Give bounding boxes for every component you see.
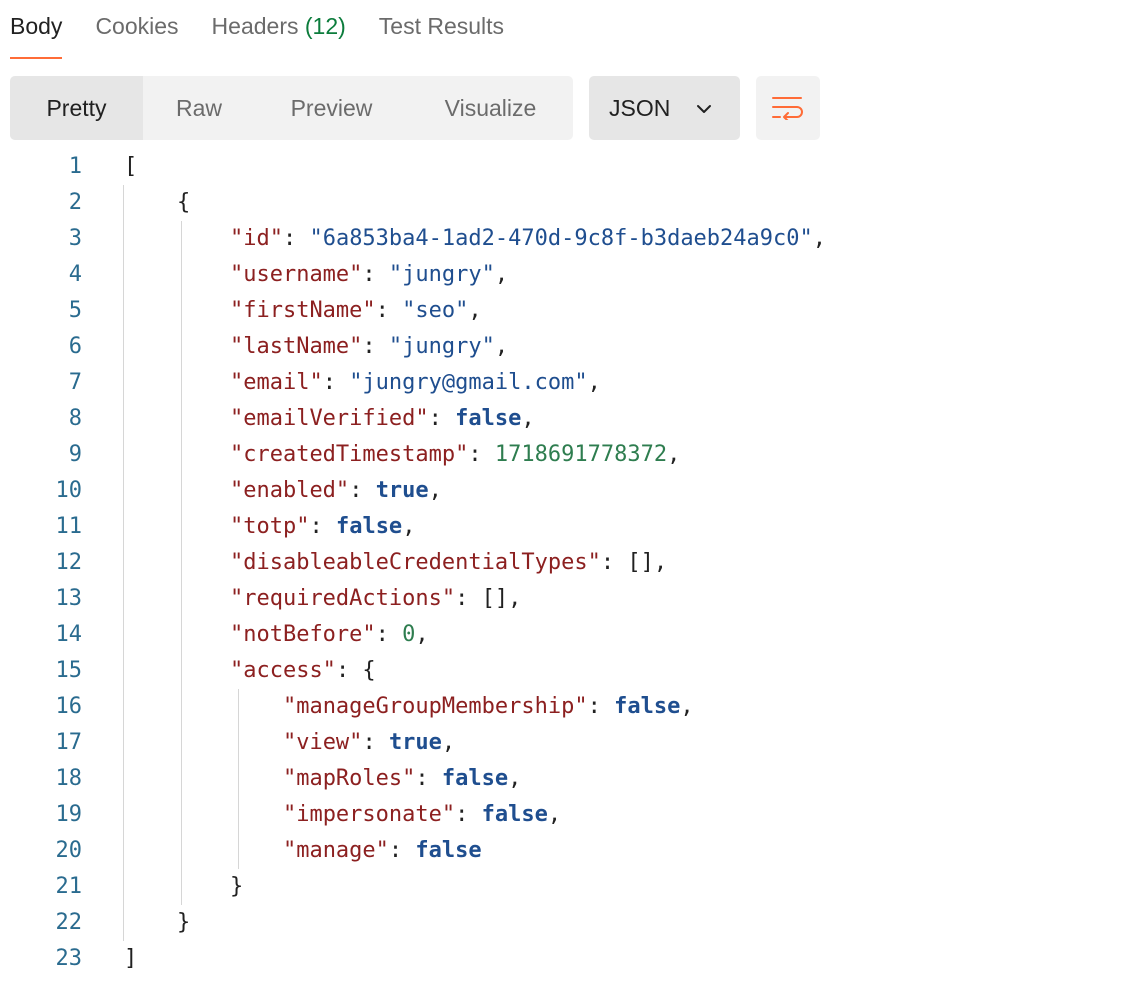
view-mode-visualize[interactable]: Visualize bbox=[408, 76, 573, 140]
line-number: 22 bbox=[55, 910, 83, 935]
response-body-code[interactable]: 1[2 {3 "id": "6a853ba4-1ad2-470d-9c8f-b3… bbox=[0, 149, 1142, 977]
tab-cookies-label: Cookies bbox=[95, 13, 179, 39]
code-text: "id": "6a853ba4-1ad2-470d-9c8f-b3daeb24a… bbox=[229, 226, 827, 251]
format-select[interactable]: JSON bbox=[589, 76, 740, 140]
code-text: "notBefore": 0, bbox=[229, 622, 429, 647]
line-number: 3 bbox=[68, 226, 82, 251]
code-text: "enabled": true, bbox=[229, 478, 442, 503]
code-line: 5 "firstName": "seo", bbox=[0, 293, 1142, 329]
line-number: 6 bbox=[68, 334, 82, 359]
code-text: } bbox=[124, 874, 244, 899]
line-number: 21 bbox=[55, 874, 83, 899]
code-text: "access": { bbox=[229, 658, 376, 683]
line-number: 5 bbox=[68, 298, 82, 323]
code-text: "firstName": "seo", bbox=[229, 298, 482, 323]
line-number: 14 bbox=[55, 622, 83, 647]
line-number: 20 bbox=[55, 838, 83, 863]
line-number: 11 bbox=[55, 514, 83, 539]
view-mode-switcher: Pretty Raw Preview Visualize bbox=[10, 76, 573, 140]
tab-body-label: Body bbox=[10, 13, 63, 39]
code-line: 22 } bbox=[0, 905, 1142, 941]
code-line: 8 "emailVerified": false, bbox=[0, 401, 1142, 437]
code-line: 16 "manageGroupMembership": false, bbox=[0, 689, 1142, 725]
code-line: 6 "lastName": "jungry", bbox=[0, 329, 1142, 365]
code-line: 10 "enabled": true, bbox=[0, 473, 1142, 509]
code-text: "requiredActions": [], bbox=[229, 586, 522, 611]
code-text: { bbox=[124, 190, 191, 215]
code-line: 1[ bbox=[0, 149, 1142, 185]
code-line: 2 { bbox=[0, 185, 1142, 221]
code-text: "username": "jungry", bbox=[229, 262, 509, 287]
code-line: 3 "id": "6a853ba4-1ad2-470d-9c8f-b3daeb2… bbox=[0, 221, 1142, 257]
code-line: 18 "mapRoles": false, bbox=[0, 761, 1142, 797]
code-text: "email": "jungry@gmail.com", bbox=[229, 370, 601, 395]
code-text: "manageGroupMembership": false, bbox=[282, 694, 694, 719]
line-number: 23 bbox=[55, 946, 83, 971]
tab-cookies[interactable]: Cookies bbox=[95, 0, 178, 40]
code-text: "mapRoles": false, bbox=[282, 766, 522, 791]
tab-headers[interactable]: Headers (12) bbox=[212, 0, 346, 40]
response-tabs: Body Cookies Headers (12) Test Results bbox=[10, 0, 537, 62]
code-line: 20 "manage": false bbox=[0, 833, 1142, 869]
tab-test-results-label: Test Results bbox=[378, 13, 505, 39]
code-text: } bbox=[124, 910, 191, 935]
code-text: "disableableCredentialTypes": [], bbox=[229, 550, 668, 575]
view-mode-pretty[interactable]: Pretty bbox=[10, 76, 143, 140]
code-line: 9 "createdTimestamp": 1718691778372, bbox=[0, 437, 1142, 473]
code-line: 11 "totp": false, bbox=[0, 509, 1142, 545]
wrap-lines-icon bbox=[772, 97, 803, 120]
code-text: "totp": false, bbox=[229, 514, 416, 539]
code-text: "view": true, bbox=[282, 730, 456, 755]
code-line: 4 "username": "jungry", bbox=[0, 257, 1142, 293]
code-text: "lastName": "jungry", bbox=[229, 334, 509, 359]
line-number: 7 bbox=[68, 370, 82, 395]
code-line: 15 "access": { bbox=[0, 653, 1142, 689]
line-number: 1 bbox=[68, 154, 82, 179]
code-line: 13 "requiredActions": [], bbox=[0, 581, 1142, 617]
line-number: 18 bbox=[55, 766, 83, 791]
line-number: 16 bbox=[55, 694, 83, 719]
code-text: "createdTimestamp": 1718691778372, bbox=[229, 442, 681, 467]
code-line: 14 "notBefore": 0, bbox=[0, 617, 1142, 653]
code-text: "emailVerified": false, bbox=[229, 406, 535, 431]
chevron-down-icon bbox=[697, 105, 711, 113]
tab-test-results[interactable]: Test Results bbox=[379, 0, 504, 40]
code-text: "impersonate": false, bbox=[282, 802, 562, 827]
code-line: 19 "impersonate": false, bbox=[0, 797, 1142, 833]
line-number: 15 bbox=[55, 658, 83, 683]
line-number: 8 bbox=[68, 406, 82, 431]
code-line: 21 } bbox=[0, 869, 1142, 905]
code-text: ] bbox=[124, 946, 138, 971]
headers-count-badge: (12) bbox=[304, 13, 346, 39]
line-number: 19 bbox=[55, 802, 83, 827]
format-select-value: JSON bbox=[609, 94, 671, 121]
code-line: 7 "email": "jungry@gmail.com", bbox=[0, 365, 1142, 401]
line-number: 12 bbox=[55, 550, 83, 575]
view-mode-raw[interactable]: Raw bbox=[143, 76, 255, 140]
line-number: 9 bbox=[68, 442, 82, 467]
view-mode-preview[interactable]: Preview bbox=[255, 76, 408, 140]
code-line: 23] bbox=[0, 941, 1142, 977]
tab-body[interactable]: Body bbox=[10, 0, 63, 59]
code-text: [ bbox=[124, 154, 138, 179]
line-number: 17 bbox=[55, 730, 83, 755]
wrap-lines-button[interactable] bbox=[756, 76, 820, 140]
tab-headers-label: Headers bbox=[211, 13, 299, 39]
line-number: 10 bbox=[55, 478, 83, 503]
line-number: 4 bbox=[68, 262, 82, 287]
code-line: 12 "disableableCredentialTypes": [], bbox=[0, 545, 1142, 581]
line-number: 2 bbox=[68, 190, 82, 215]
code-line: 17 "view": true, bbox=[0, 725, 1142, 761]
code-text: "manage": false bbox=[282, 838, 482, 863]
line-number: 13 bbox=[55, 586, 83, 611]
